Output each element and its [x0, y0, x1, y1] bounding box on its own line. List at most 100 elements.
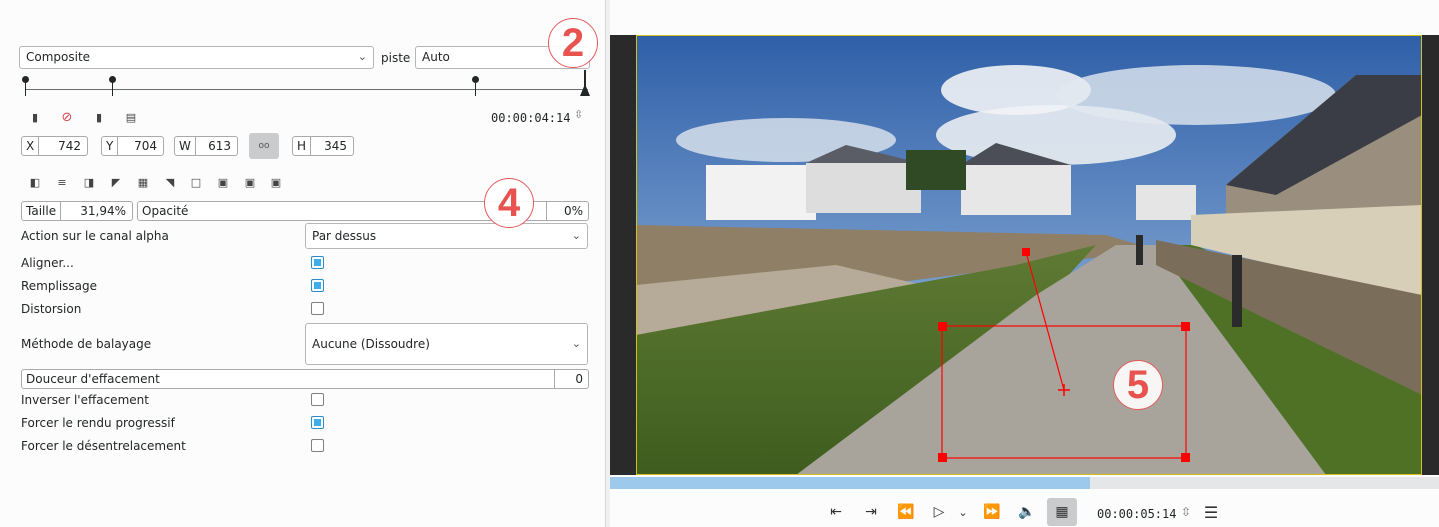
- wipe-softness-value: 0: [554, 370, 588, 388]
- height-field[interactable]: H 345: [292, 136, 354, 156]
- chevron-down-icon: ⌄: [571, 229, 581, 242]
- align-checkbox[interactable]: [311, 256, 324, 269]
- x-label: X: [22, 137, 40, 155]
- forward-icon[interactable]: ⏩: [983, 503, 1001, 521]
- align-hcenter-icon[interactable]: ≡: [55, 175, 69, 189]
- composite-dropdown-value: Composite: [26, 50, 91, 64]
- align-right-icon[interactable]: ◨: [82, 175, 96, 189]
- annotation-marker: 2: [548, 18, 598, 68]
- h-label: H: [293, 137, 312, 155]
- distort-checkbox[interactable]: [311, 302, 324, 315]
- keyframe-stem: [25, 82, 26, 96]
- fit-frame-icon[interactable]: □: [189, 175, 203, 189]
- track-dropdown-value: Auto: [422, 50, 450, 64]
- adjust-width-icon[interactable]: ▣: [216, 175, 230, 189]
- lock-ratio-button[interactable]: oo: [249, 133, 279, 159]
- resize-handle[interactable]: [1181, 453, 1190, 462]
- house: [1136, 185, 1196, 220]
- set-zone-in-icon[interactable]: ⇤: [827, 503, 845, 521]
- track-label: piste: [381, 51, 411, 65]
- invert-wipe-label: Inverser l'effacement: [21, 393, 149, 407]
- align-left-icon[interactable]: ◧: [28, 175, 42, 189]
- resize-handle[interactable]: [1181, 322, 1190, 331]
- w-label: W: [175, 137, 196, 155]
- trees: [906, 150, 966, 190]
- y-label: Y: [102, 137, 119, 155]
- adjust-size-icon[interactable]: ▣: [269, 175, 283, 189]
- annotation-marker-label: 2: [561, 20, 585, 65]
- width-field[interactable]: W 613: [174, 136, 238, 156]
- wipe-method-label: Méthode de balayage: [21, 337, 152, 351]
- size-value: 31,94%: [80, 204, 126, 218]
- house: [961, 165, 1071, 215]
- house: [806, 163, 921, 213]
- monitor-ruler-zone: [610, 477, 1090, 489]
- y-position-field[interactable]: Y 704: [101, 136, 164, 156]
- timecode-spin-icon[interactable]: ⇳: [1181, 505, 1191, 519]
- hamburger-menu-icon[interactable]: ☰: [1201, 503, 1221, 522]
- adjust-height-icon[interactable]: ▣: [243, 175, 257, 189]
- bollard: [1232, 255, 1242, 327]
- motion-keyframe-handle[interactable]: [1022, 248, 1030, 256]
- opacity-value: 0%: [546, 202, 588, 220]
- timecode-spin-icon[interactable]: ⇳: [574, 108, 583, 121]
- keyframe-timecode[interactable]: 00:00:04:14: [491, 111, 570, 125]
- keyframe-stem: [475, 82, 476, 96]
- playhead-line: [584, 70, 586, 86]
- align-option-label: Aligner...: [21, 256, 74, 270]
- deinterlace-checkbox[interactable]: [311, 439, 324, 452]
- y-value: 704: [134, 139, 157, 153]
- w-value: 613: [208, 139, 231, 153]
- align-vcenter-icon[interactable]: ▦: [136, 175, 150, 189]
- progressive-render-checkbox[interactable]: [311, 416, 324, 429]
- fill-option-label: Remplissage: [21, 279, 98, 293]
- previous-keyframe-icon[interactable]: ▮: [28, 110, 42, 124]
- keyframe-options-icon[interactable]: ▤: [124, 110, 138, 124]
- wipe-method-dropdown[interactable]: Aucune (Dissoudre) ⌄: [305, 323, 588, 365]
- fill-checkbox[interactable]: [311, 279, 324, 292]
- wipe-method-value: Aucune (Dissoudre): [312, 337, 430, 351]
- x-position-field[interactable]: X 742: [21, 136, 88, 156]
- keyframe-timeline[interactable]: [25, 89, 588, 90]
- wipe-softness-label: Douceur d'effacement: [26, 372, 160, 386]
- volume-icon[interactable]: 🔈: [1018, 503, 1036, 521]
- annotation-marker: 4: [484, 178, 534, 228]
- align-bottom-icon[interactable]: ◥: [163, 175, 177, 189]
- annotation-marker: 5: [1113, 360, 1163, 410]
- composite-dropdown[interactable]: Composite ⌄: [19, 46, 374, 69]
- chevron-down-icon: ⌄: [571, 337, 581, 350]
- rewind-icon[interactable]: ⏪: [897, 503, 915, 521]
- set-zone-out-icon[interactable]: ⇥: [862, 503, 880, 521]
- deinterlace-label: Forcer le désentrelacement: [21, 439, 186, 453]
- x-value: 742: [58, 139, 81, 153]
- monitor-timecode[interactable]: 00:00:05:14: [1097, 507, 1176, 521]
- house: [706, 165, 816, 220]
- next-keyframe-icon[interactable]: ▮: [92, 110, 106, 124]
- video-preview[interactable]: [636, 35, 1422, 475]
- play-icon[interactable]: ▷: [930, 503, 948, 521]
- keyframe-stem: [112, 82, 113, 96]
- alpha-action-value: Par dessus: [312, 229, 377, 243]
- chevron-down-icon: ⌄: [357, 50, 367, 63]
- resize-handle[interactable]: [938, 322, 947, 331]
- progressive-render-label: Forcer le rendu progressif: [21, 416, 175, 430]
- wipe-softness-slider[interactable]: Douceur d'effacement 0: [21, 369, 589, 389]
- lock-ratio-label: oo: [258, 141, 270, 151]
- remove-keyframe-icon[interactable]: ⊘: [60, 110, 74, 125]
- invert-wipe-checkbox[interactable]: [311, 393, 324, 406]
- chevron-down-icon[interactable]: ⌄: [956, 503, 970, 521]
- monitor-letterbox: [1422, 35, 1439, 475]
- align-top-icon[interactable]: ◤: [109, 175, 123, 189]
- alpha-action-dropdown[interactable]: Par dessus ⌄: [305, 223, 588, 249]
- effect-panel: Composite ⌄ piste Auto ▮ ⊘ ▮ ▤ 00:00:04:…: [0, 0, 605, 527]
- resize-handle[interactable]: [938, 453, 947, 462]
- annotation-marker-label: 5: [1126, 362, 1150, 407]
- annotation-marker-label: 4: [497, 180, 521, 225]
- h-value: 345: [324, 139, 347, 153]
- size-field[interactable]: Taille 31,94%: [21, 201, 133, 221]
- alpha-action-label: Action sur le canal alpha: [21, 229, 169, 243]
- cloud: [1056, 65, 1336, 125]
- monitor-letterbox: [610, 35, 636, 475]
- edit-mode-button[interactable]: ▦: [1047, 498, 1077, 526]
- bollard: [1136, 235, 1143, 265]
